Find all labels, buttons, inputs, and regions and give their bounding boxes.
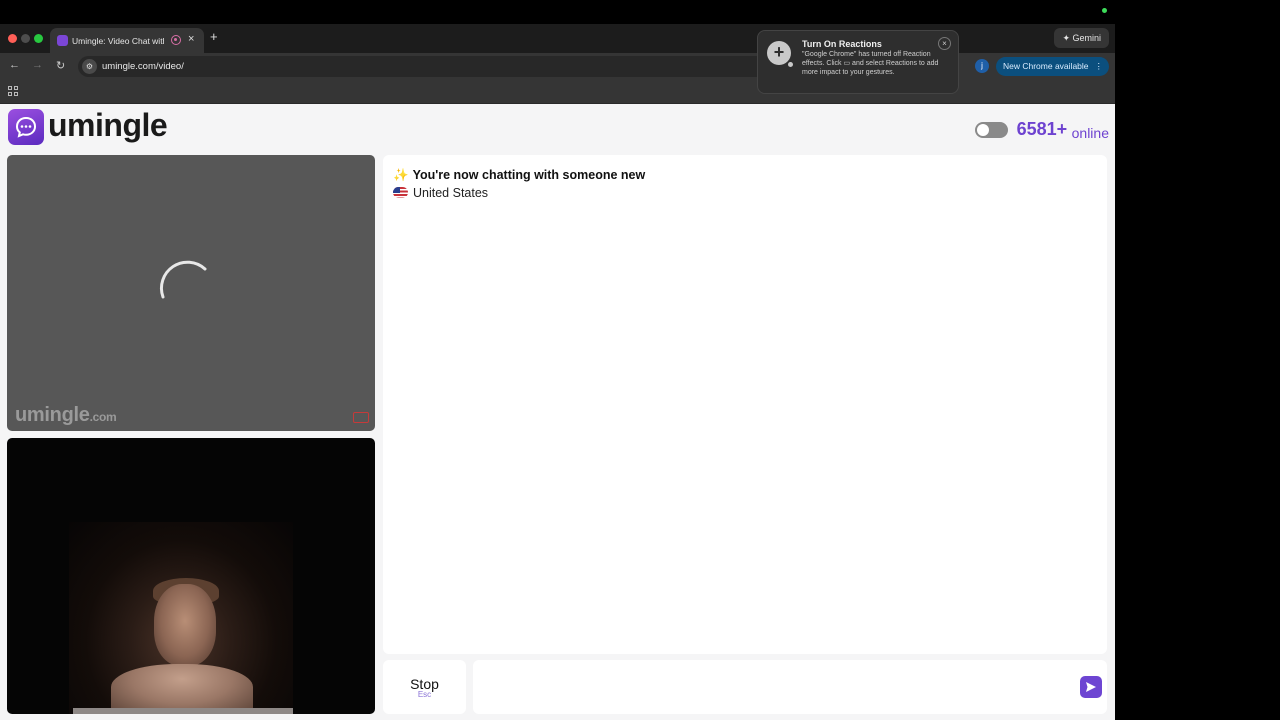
back-button[interactable]: ← (9, 59, 20, 71)
reactions-popup: + Turn On Reactions "Google Chrome" has … (757, 30, 959, 94)
apps-grid-icon[interactable] (8, 86, 18, 96)
tab-close-icon[interactable]: × (188, 33, 194, 45)
watermark-domain: .com (89, 410, 117, 424)
new-tab-button[interactable]: + (210, 29, 218, 44)
logo-text: umingle (48, 107, 168, 143)
url-text[interactable]: umingle.com/video/ (102, 61, 184, 72)
video-watermark: umingle.com (15, 404, 117, 427)
reactions-add-icon: + (767, 41, 791, 65)
webcam-person-body (111, 664, 253, 714)
browser-window: Umingle: Video Chat with × + ✦ Gemini ← … (0, 24, 1115, 720)
tab-title: Umingle: Video Chat with (72, 36, 164, 46)
minimize-window-icon[interactable] (21, 34, 30, 43)
webcam-bottom-strip (73, 708, 293, 714)
stop-button[interactable]: Stop Esc (383, 660, 466, 714)
us-flag-icon (393, 187, 408, 198)
favicon-icon (57, 35, 68, 46)
site-info-icon[interactable]: ⚙ (82, 59, 97, 74)
menu-icon[interactable]: ⋮ (1095, 57, 1104, 76)
popup-body: "Google Chrome" has turned off Reaction … (802, 51, 939, 76)
chat-bubble-icon (8, 109, 44, 145)
update-label: New Chrome available (1003, 61, 1089, 71)
popup-title: Turn On Reactions (802, 39, 882, 49)
address-bar[interactable]: ⚙ umingle.com/video/ (78, 56, 768, 77)
message-box[interactable] (473, 660, 1107, 714)
reactions-badge-icon (788, 62, 793, 67)
recording-icon (171, 35, 181, 45)
online-count: 6581+ (1016, 119, 1068, 139)
chat-status-text: You're now chatting with someone new (412, 168, 646, 182)
remote-video: umingle.com (7, 155, 375, 431)
report-icon[interactable] (353, 412, 369, 423)
theme-toggle[interactable] (975, 121, 1009, 138)
partner-location: United States (393, 186, 488, 200)
page-content: umingle 6581+ online umingle.com ✨ You'r… (0, 104, 1115, 720)
sparkle-icon: ✨ (393, 168, 409, 182)
chrome-update-button[interactable]: New Chrome available ⋮ (996, 57, 1109, 76)
screen: Umingle: Video Chat with × + ✦ Gemini ← … (0, 0, 1280, 720)
maximize-window-icon[interactable] (34, 34, 43, 43)
send-button[interactable] (1080, 676, 1102, 698)
browser-tab[interactable]: Umingle: Video Chat with × (50, 28, 204, 53)
send-icon (1086, 682, 1096, 692)
profile-avatar[interactable]: j (975, 59, 989, 73)
online-indicator: 6581+ online (975, 119, 1109, 143)
chat-status: ✨ You're now chatting with someone new (393, 168, 645, 183)
gemini-button[interactable]: ✦ Gemini (1054, 28, 1109, 48)
local-video (7, 438, 375, 714)
online-label: online (1071, 124, 1109, 141)
camera-indicator-icon (1102, 8, 1107, 13)
chat-panel: ✨ You're now chatting with someone new Un… (383, 155, 1107, 654)
forward-button[interactable]: → (32, 59, 43, 71)
close-window-icon[interactable] (8, 34, 17, 43)
partner-country: United States (413, 186, 489, 200)
stop-shortcut-hint: Esc (417, 690, 432, 699)
watermark-brand: umingle (15, 404, 90, 426)
webcam-person-head (154, 584, 216, 666)
loading-spinner-icon (159, 260, 207, 299)
popup-close-button[interactable]: × (938, 37, 951, 50)
message-input[interactable] (483, 676, 1063, 698)
menu-bar (0, 0, 1280, 24)
reload-button[interactable]: ↻ (56, 59, 65, 72)
